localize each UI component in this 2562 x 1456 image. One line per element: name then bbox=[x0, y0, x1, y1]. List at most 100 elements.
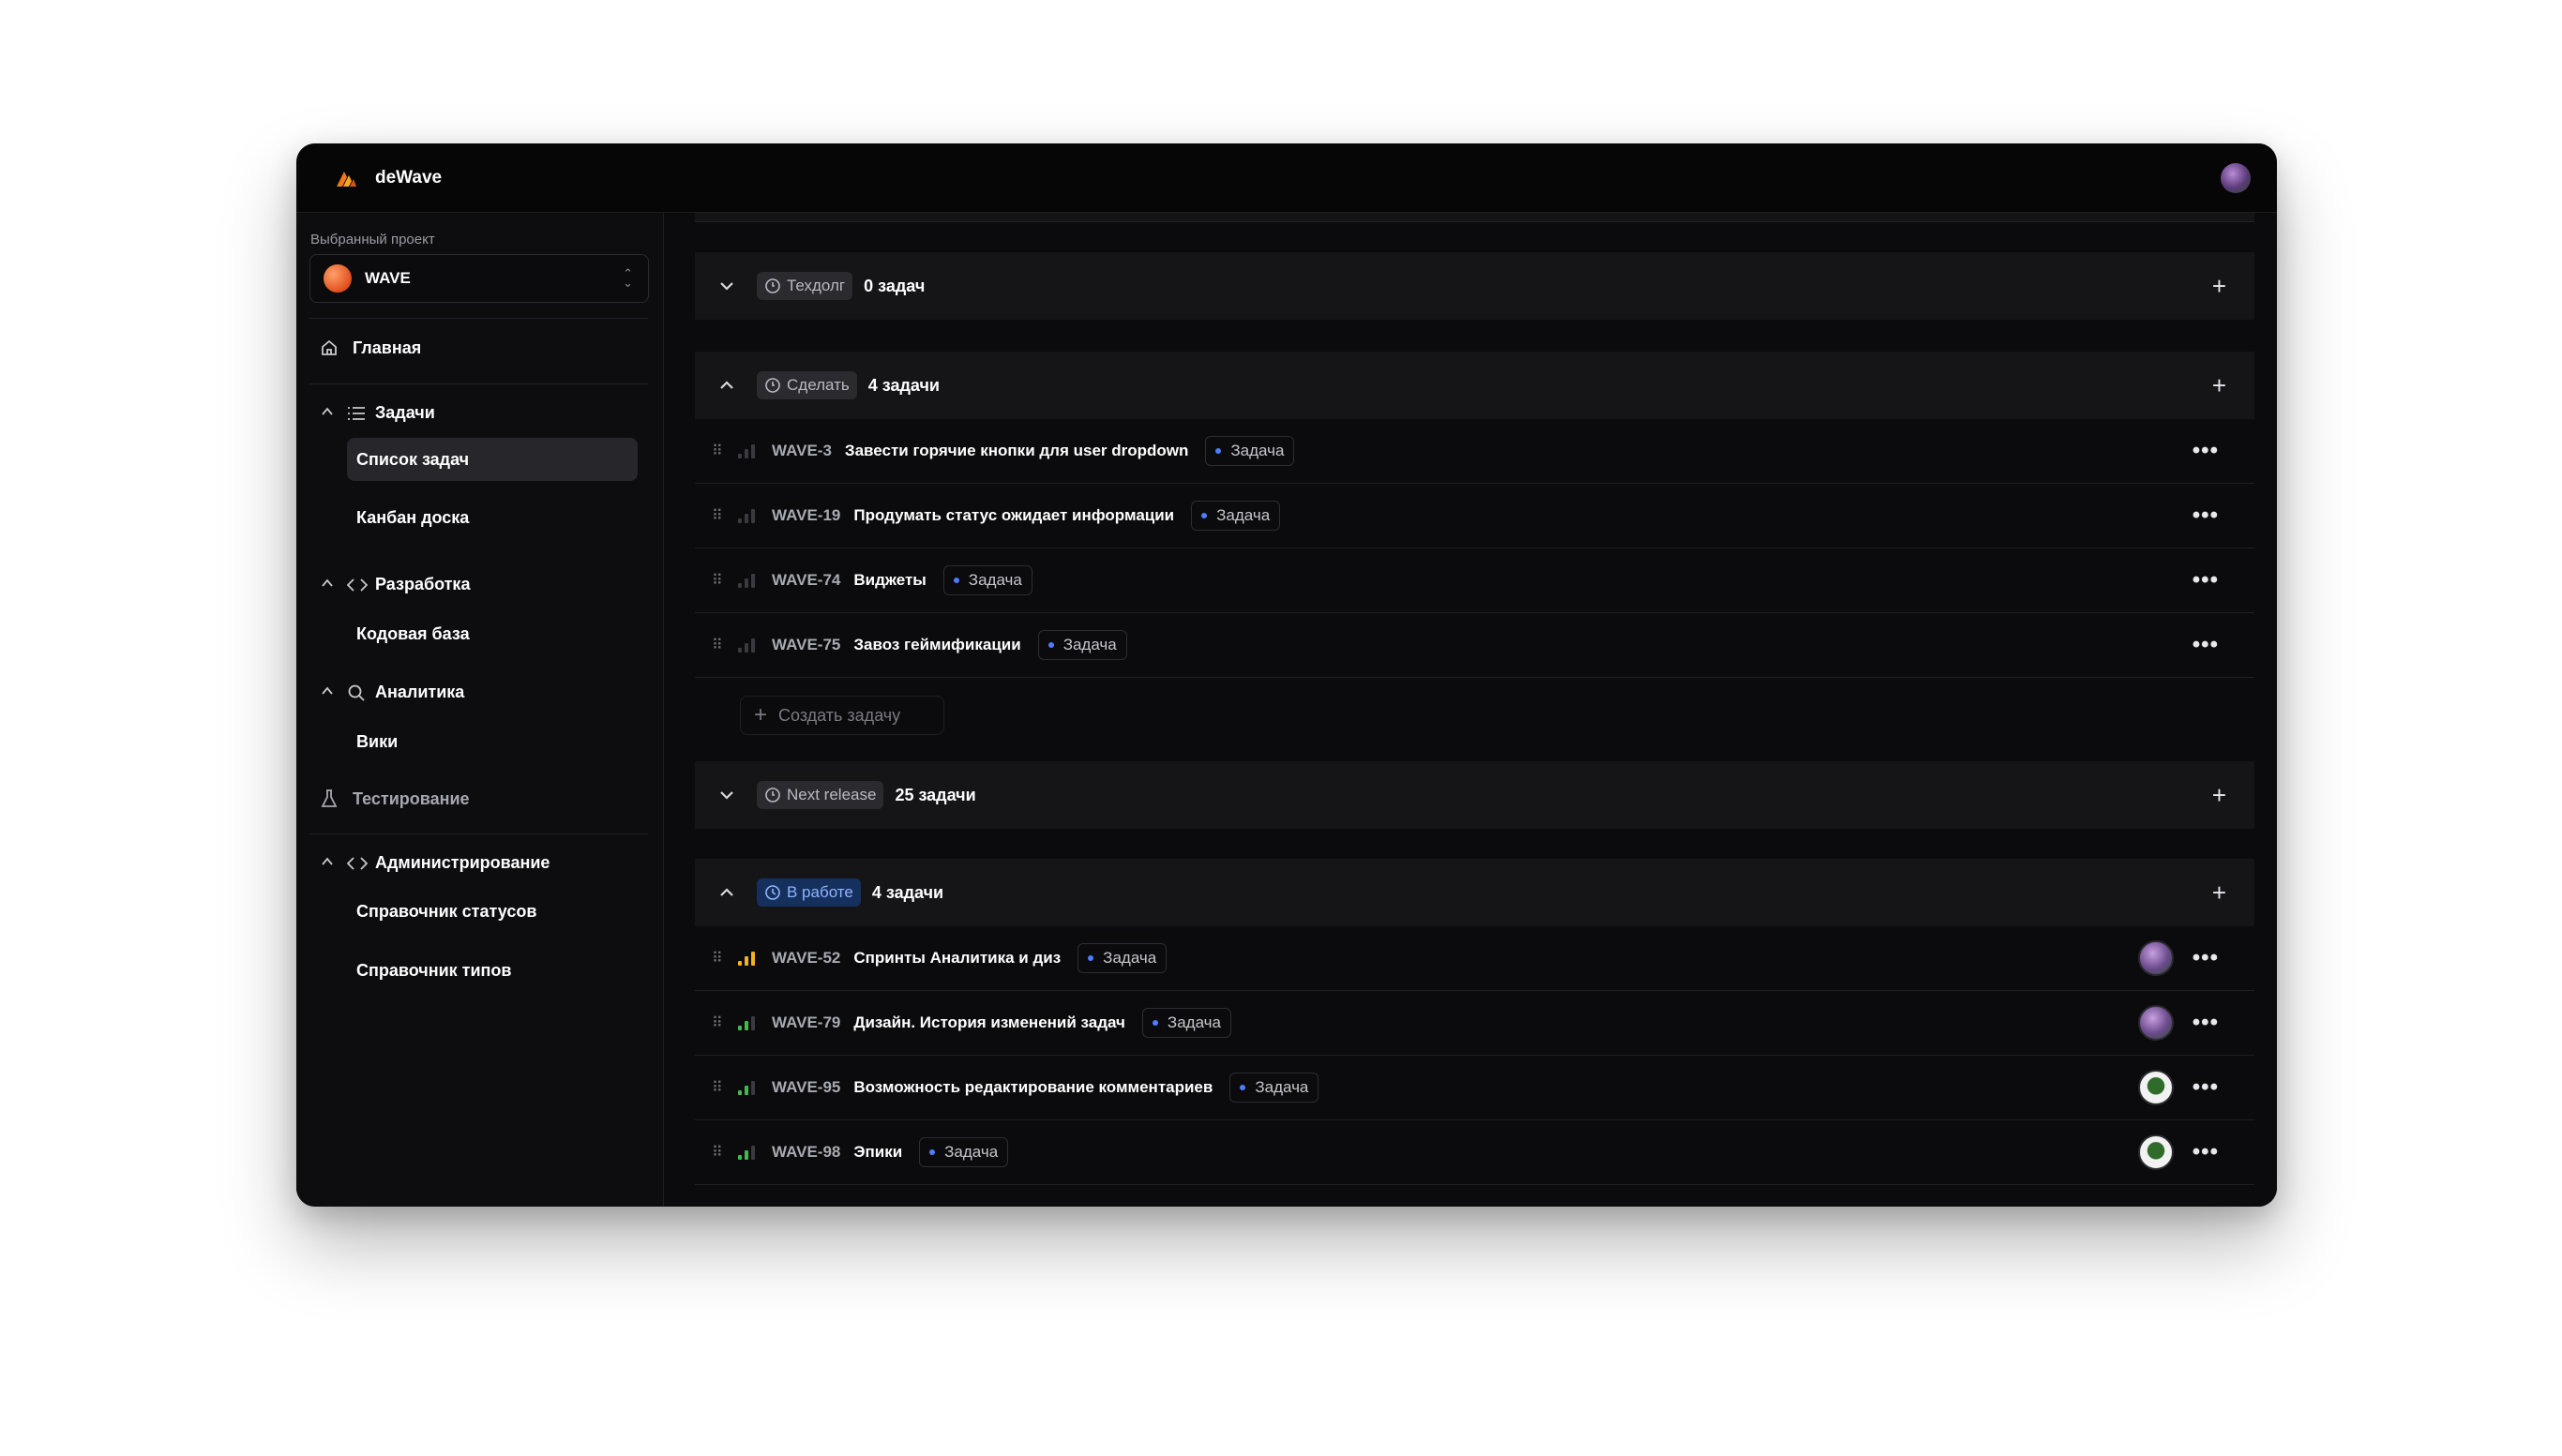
task-title[interactable]: Завести горячие кнопки для user dropdown bbox=[845, 442, 1188, 460]
task-id[interactable]: WAVE-75 bbox=[772, 636, 840, 654]
task-id[interactable]: WAVE-95 bbox=[772, 1078, 840, 1097]
more-options-icon[interactable]: ••• bbox=[2193, 1076, 2219, 1099]
task-row[interactable]: ⠿ WAVE-74 Виджеты Задача ••• bbox=[695, 548, 2254, 613]
assignee-avatar[interactable] bbox=[2138, 1005, 2174, 1041]
task-id[interactable]: WAVE-3 bbox=[772, 442, 832, 460]
assignee-avatar[interactable] bbox=[2138, 1134, 2174, 1170]
sidebar-item-label: Канбан доска bbox=[356, 507, 470, 527]
sidebar-item-wiki[interactable]: Вики bbox=[347, 720, 638, 763]
chevron-up-icon[interactable] bbox=[716, 883, 738, 902]
project-label: Выбранный проект bbox=[310, 232, 435, 248]
task-type-badge: Задача bbox=[1229, 1073, 1319, 1103]
sidebar-item-testing[interactable]: Тестирование bbox=[319, 788, 470, 809]
drag-handle-icon[interactable]: ⠿ bbox=[712, 442, 725, 460]
task-id[interactable]: WAVE-98 bbox=[772, 1143, 840, 1162]
project-select[interactable]: WAVE ⌃ ⌄ bbox=[309, 254, 649, 303]
sidebar-item-codebase[interactable]: Кодовая база bbox=[347, 612, 638, 655]
add-task-icon[interactable]: + bbox=[2212, 783, 2226, 807]
sidebar-section-admin[interactable]: Администрирование bbox=[321, 853, 550, 873]
status-circle-icon bbox=[764, 278, 781, 294]
task-row[interactable]: ⠿ WAVE-79 Дизайн. История изменений зада… bbox=[695, 991, 2254, 1056]
assignee-avatar[interactable] bbox=[2138, 940, 2174, 976]
priority-medium-icon bbox=[738, 1080, 759, 1095]
sidebar-item-status-directory[interactable]: Справочник статусов bbox=[347, 890, 638, 933]
drag-handle-icon[interactable]: ⠿ bbox=[712, 1078, 725, 1097]
task-row[interactable]: ⠿ WAVE-52 Спринты Аналитика и диз Задача… bbox=[695, 926, 2254, 991]
task-count: 0 задач bbox=[864, 276, 926, 295]
sidebar-section-analytics[interactable]: Аналитика bbox=[321, 683, 464, 702]
task-id[interactable]: WAVE-19 bbox=[772, 506, 840, 525]
drag-handle-icon[interactable]: ⠿ bbox=[712, 506, 725, 525]
top-bar: deWave bbox=[296, 143, 2277, 213]
status-badge: Сделать bbox=[757, 371, 857, 399]
sidebar-item-type-directory[interactable]: Справочник типов bbox=[347, 949, 638, 992]
task-row[interactable]: ⠿ WAVE-75 Завоз геймификации Задача ••• bbox=[695, 613, 2254, 678]
divider bbox=[309, 833, 648, 834]
main-content: Техдолг 0 задач + Сделать 4 задачи + ⠿ W… bbox=[665, 213, 2277, 1207]
chevron-up-icon[interactable] bbox=[716, 376, 738, 395]
task-id[interactable]: WAVE-79 bbox=[772, 1013, 840, 1032]
sidebar-item-label: Список задач bbox=[356, 449, 470, 469]
priority-low-icon bbox=[738, 638, 759, 653]
task-title[interactable]: Возможность редактирование комментариев bbox=[853, 1078, 1213, 1097]
sidebar-section-tasks[interactable]: Задачи bbox=[321, 403, 435, 423]
status-group-header[interactable]: Сделать 4 задачи + bbox=[695, 352, 2254, 419]
more-options-icon[interactable]: ••• bbox=[2193, 504, 2219, 527]
task-id[interactable]: WAVE-52 bbox=[772, 949, 840, 968]
more-options-icon[interactable]: ••• bbox=[2193, 1012, 2219, 1034]
more-options-icon[interactable]: ••• bbox=[2193, 947, 2219, 969]
drag-handle-icon[interactable]: ⠿ bbox=[712, 571, 725, 590]
task-row[interactable]: ⠿ WAVE-98 Эпики Задача ••• bbox=[695, 1120, 2254, 1185]
chevron-up-icon bbox=[321, 405, 338, 421]
add-task-icon[interactable]: + bbox=[2212, 880, 2226, 905]
assignee-avatar[interactable] bbox=[2138, 1070, 2174, 1105]
task-title[interactable]: Эпики bbox=[853, 1143, 902, 1162]
chevron-up-icon bbox=[321, 577, 338, 593]
status-group-header[interactable]: Next release 25 задачи + bbox=[695, 761, 2254, 829]
divider bbox=[309, 383, 648, 384]
task-title[interactable]: Дизайн. История изменений задач bbox=[853, 1013, 1125, 1032]
more-options-icon[interactable]: ••• bbox=[2193, 440, 2219, 462]
chevron-down-icon[interactable] bbox=[716, 786, 738, 804]
task-title[interactable]: Виджеты bbox=[853, 571, 926, 590]
create-task-button[interactable]: + Создать задачу bbox=[740, 696, 944, 735]
task-row[interactable]: ⠿ WAVE-19 Продумать статус ожидает инфор… bbox=[695, 484, 2254, 548]
more-options-icon[interactable]: ••• bbox=[2193, 569, 2219, 592]
sidebar-item-home[interactable]: Главная bbox=[319, 338, 421, 358]
section-label: Аналитика bbox=[375, 683, 465, 701]
status-group-header[interactable]: Техдолг 0 задач + bbox=[695, 252, 2254, 320]
status-label: Next release bbox=[787, 786, 877, 803]
sidebar: Выбранный проект WAVE ⌃ ⌄ Главная Задачи … bbox=[296, 213, 664, 1207]
task-type-badge: Задача bbox=[1141, 1008, 1231, 1038]
plus-icon: + bbox=[754, 702, 768, 728]
dewave-logo-icon[interactable] bbox=[334, 166, 358, 190]
task-title[interactable]: Завоз геймификации bbox=[853, 636, 1020, 654]
section-label: Задачи bbox=[375, 403, 435, 422]
user-avatar[interactable] bbox=[2221, 163, 2251, 193]
drag-handle-icon[interactable]: ⠿ bbox=[712, 949, 725, 968]
sidebar-item-kanban[interactable]: Канбан доска bbox=[347, 496, 638, 539]
type-dot-icon bbox=[1088, 955, 1094, 961]
sidebar-section-development[interactable]: Разработка bbox=[321, 575, 470, 594]
task-row[interactable]: ⠿ WAVE-3 Завести горячие кнопки для user… bbox=[695, 419, 2254, 484]
drag-handle-icon[interactable]: ⠿ bbox=[712, 636, 725, 654]
task-title[interactable]: Спринты Аналитика и диз bbox=[853, 949, 1061, 968]
task-type-badge: Задача bbox=[942, 565, 1032, 595]
status-group-header[interactable]: В работе 4 задачи + bbox=[695, 859, 2254, 926]
drag-handle-icon[interactable]: ⠿ bbox=[712, 1143, 725, 1162]
sidebar-item-label: Кодовая база bbox=[356, 623, 470, 643]
task-id[interactable]: WAVE-74 bbox=[772, 571, 840, 590]
flask-icon bbox=[319, 788, 339, 809]
task-row[interactable]: ⠿ WAVE-95 Возможность редактирование ком… bbox=[695, 1056, 2254, 1120]
type-dot-icon bbox=[1152, 1020, 1158, 1026]
task-count: 4 задачи bbox=[871, 882, 944, 902]
sidebar-item-task-list[interactable]: Список задач bbox=[347, 438, 638, 481]
drag-handle-icon[interactable]: ⠿ bbox=[712, 1013, 725, 1032]
app-name: deWave bbox=[375, 167, 443, 188]
chevron-down-icon[interactable] bbox=[716, 277, 738, 295]
add-task-icon[interactable]: + bbox=[2212, 274, 2226, 298]
add-task-icon[interactable]: + bbox=[2212, 373, 2226, 398]
more-options-icon[interactable]: ••• bbox=[2193, 634, 2219, 656]
task-title[interactable]: Продумать статус ожидает информации bbox=[853, 506, 1174, 525]
more-options-icon[interactable]: ••• bbox=[2193, 1141, 2219, 1163]
